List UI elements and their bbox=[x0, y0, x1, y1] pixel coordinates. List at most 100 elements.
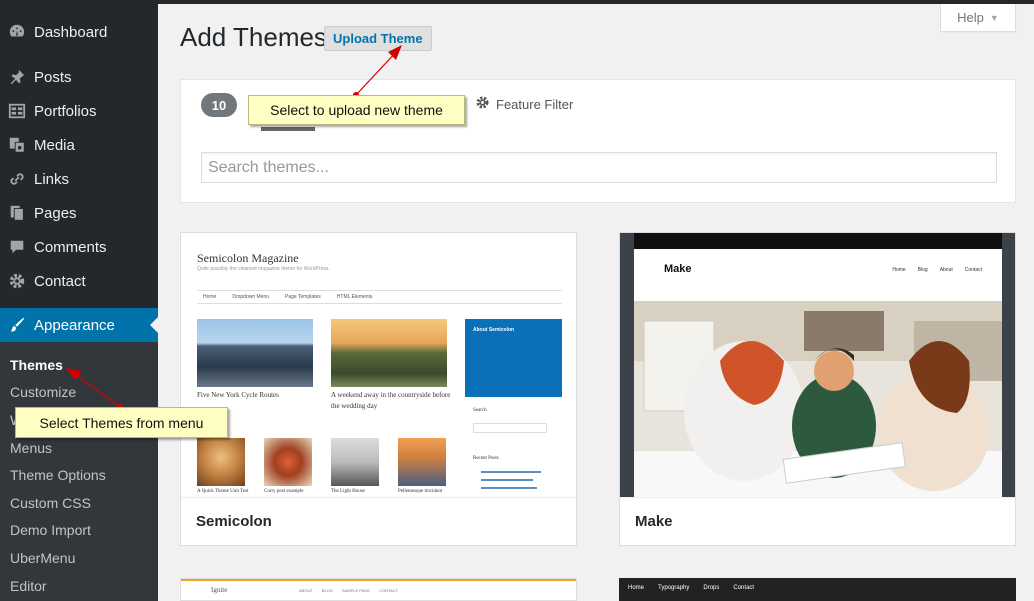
theme-card-dark[interactable]: Home Typography Drops Contact bbox=[619, 578, 1016, 601]
pin-icon bbox=[0, 68, 34, 86]
theme-screenshot: Semicolon Magazine Quite possibly the cl… bbox=[181, 233, 576, 497]
sidebar-item-contact[interactable]: Contact bbox=[0, 264, 158, 298]
preview-nav-item: SAMPLE PAGE bbox=[341, 588, 371, 593]
preview-nav: ABOUT BLOG SAMPLE PAGE CONTACT bbox=[299, 588, 398, 593]
preview-small-caption: Curry post example bbox=[264, 489, 304, 494]
preview-small-caption: Pellentesque tincidunt bbox=[398, 489, 443, 494]
sidebar-item-links[interactable]: Links bbox=[0, 162, 158, 196]
media-icon bbox=[0, 136, 34, 154]
comment-icon bbox=[0, 238, 34, 256]
preview-tagline: Quite possibly the cleanest magazine the… bbox=[197, 266, 330, 272]
feature-filter-link[interactable]: Feature Filter bbox=[475, 95, 573, 113]
preview-thumb-portrait bbox=[197, 438, 245, 486]
theme-card-make[interactable]: Make Home Blog About Contact Make bbox=[619, 232, 1016, 546]
preview-nav-item: ABOUT bbox=[299, 588, 313, 593]
preview-header: Make Home Blog About Contact bbox=[634, 249, 1002, 301]
upload-callout: Select to upload new theme bbox=[248, 95, 465, 125]
theme-card-ignite[interactable]: Ignite ABOUT BLOG SAMPLE PAGE CONTACT bbox=[180, 578, 577, 601]
admin-bar-strip bbox=[158, 0, 1034, 4]
sidebar-item-posts[interactable]: Posts bbox=[0, 60, 158, 94]
theme-screenshot: Make Home Blog About Contact bbox=[620, 233, 1015, 497]
theme-name: Make bbox=[620, 497, 1015, 545]
upload-theme-button[interactable]: Upload Theme bbox=[324, 26, 432, 51]
preview-nav-item: Drops bbox=[703, 585, 720, 591]
help-button[interactable]: Help ▼ bbox=[940, 4, 1016, 32]
filter-tab-active[interactable] bbox=[261, 127, 315, 131]
sidebar-item-label: Media bbox=[34, 136, 75, 154]
sidebar-item-label: Pages bbox=[34, 204, 77, 222]
link-icon bbox=[0, 170, 34, 188]
preview-nav-item: About bbox=[939, 267, 953, 273]
preview-caption: Five New York Cycle Routes bbox=[197, 391, 279, 399]
preview-nav-item: Home bbox=[203, 294, 217, 300]
feature-filter-label: Feature Filter bbox=[496, 96, 574, 112]
sidebar-item-appearance[interactable]: Appearance bbox=[0, 308, 158, 342]
sidebar-item-media[interactable]: Media bbox=[0, 128, 158, 162]
submenu-item-custom-css[interactable]: Custom CSS bbox=[10, 495, 91, 511]
sidebar-item-label: Links bbox=[34, 170, 70, 188]
help-label: Help bbox=[957, 10, 984, 25]
page-title: Add Themes bbox=[180, 22, 327, 52]
preview-search-box bbox=[473, 423, 547, 433]
preview-topbar bbox=[634, 233, 1002, 249]
preview-thumb-city bbox=[197, 319, 313, 387]
search-themes-input[interactable] bbox=[201, 152, 997, 183]
preview-caption: A weekend away in the countryside before… bbox=[331, 391, 451, 410]
admin-sidebar: Dashboard Posts Portfolios Media Links P… bbox=[0, 0, 158, 601]
sidebar-item-label: Posts bbox=[34, 68, 72, 86]
preview-search-title: Search bbox=[473, 408, 487, 413]
submenu-item-editor[interactable]: Editor bbox=[10, 578, 47, 594]
preview-small-caption: The Light House bbox=[331, 489, 365, 494]
sidebar-item-pages[interactable]: Pages bbox=[0, 196, 158, 230]
sidebar-item-dashboard[interactable]: Dashboard bbox=[0, 15, 158, 49]
grid-icon bbox=[0, 102, 34, 120]
theme-name: Semicolon bbox=[181, 497, 576, 545]
appearance-submenu: Themes Customize W Menus Theme Options C… bbox=[0, 342, 158, 601]
submenu-item-customize[interactable]: Customize bbox=[10, 384, 76, 400]
submenu-item-ubermenu[interactable]: UberMenu bbox=[10, 550, 75, 566]
preview-nav-item: Page Templates bbox=[285, 294, 321, 300]
preview-sidebar-title: About Semicolon bbox=[473, 327, 515, 333]
dashboard-icon bbox=[0, 23, 34, 41]
sidebar-item-label: Dashboard bbox=[34, 23, 108, 41]
preview-brand: Ignite bbox=[211, 586, 228, 594]
preview-recent-link bbox=[481, 471, 541, 473]
preview-brand: Semicolon Magazine bbox=[197, 251, 299, 265]
preview-nav-item: Contact bbox=[964, 267, 982, 273]
theme-card-semicolon[interactable]: Semicolon Magazine Quite possibly the cl… bbox=[180, 232, 577, 546]
preview-nav-item: Dropdown Menu bbox=[232, 294, 270, 300]
preview-hero-photo bbox=[634, 301, 1002, 497]
sidebar-item-portfolios[interactable]: Portfolios bbox=[0, 94, 158, 128]
submenu-item-theme-options[interactable]: Theme Options bbox=[10, 467, 106, 483]
pages-icon bbox=[0, 204, 34, 222]
submenu-item-themes[interactable]: Themes bbox=[10, 357, 63, 373]
preview-nav-item: Typography bbox=[658, 585, 690, 591]
submenu-item-demo-import[interactable]: Demo Import bbox=[10, 522, 91, 538]
sidebar-item-label: Appearance bbox=[34, 316, 115, 334]
preview-thumb-lighthouse bbox=[331, 438, 379, 486]
preview-nav: Home Blog About Contact bbox=[892, 267, 982, 273]
preview-accent-bar bbox=[181, 579, 576, 581]
submenu-item-menus[interactable]: Menus bbox=[10, 440, 52, 456]
sidebar-item-comments[interactable]: Comments bbox=[0, 230, 158, 264]
sidebar-item-label: Contact bbox=[34, 272, 86, 290]
themes-callout: Select Themes from menu bbox=[15, 407, 228, 438]
preview-recent-title: Recent Posts bbox=[473, 456, 499, 461]
preview-recent-link bbox=[481, 487, 537, 489]
preview-nav-item: Blog bbox=[917, 267, 928, 273]
preview-thumb-sunset bbox=[398, 438, 446, 486]
theme-count-badge: 10 bbox=[201, 93, 237, 117]
preview-nav-item: BLOG bbox=[321, 588, 333, 593]
chevron-down-icon: ▼ bbox=[989, 12, 999, 23]
gear-icon bbox=[475, 95, 490, 113]
gear-icon bbox=[0, 272, 34, 290]
preview-nav: Home Typography Drops Contact bbox=[628, 585, 754, 591]
preview-recent-link bbox=[481, 479, 533, 481]
preview-thumb-food bbox=[264, 438, 312, 486]
preview-nav-item: CONTACT bbox=[379, 588, 399, 593]
preview-nav-item: Home bbox=[628, 585, 645, 591]
sidebar-item-label: Comments bbox=[34, 238, 107, 256]
preview-nav: Home Dropdown Menu Page Templates HTML E… bbox=[197, 290, 562, 304]
preview-logo: Make bbox=[664, 263, 692, 275]
brush-icon bbox=[0, 316, 34, 334]
